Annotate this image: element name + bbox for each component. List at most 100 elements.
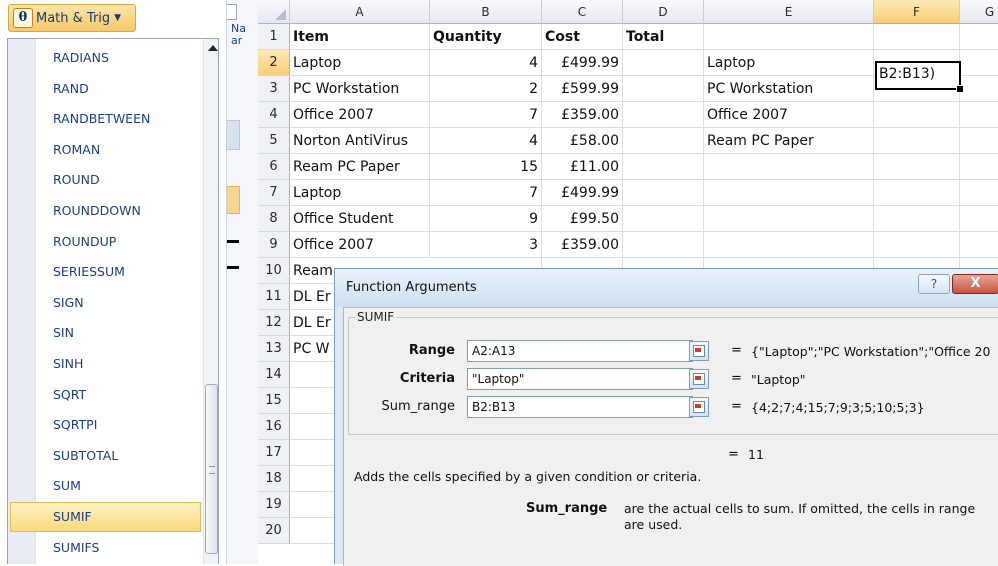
row-header[interactable]: 5 [258,128,290,154]
table-cell[interactable] [623,232,704,258]
table-cell[interactable]: 4 [430,50,542,76]
menu-item-round[interactable]: ROUND [10,165,201,195]
table-cell[interactable]: Ream PC Paper [704,128,874,154]
sum-range-input[interactable]: B2:B13 [467,396,693,418]
row-header[interactable]: 11 [258,284,290,310]
row-header[interactable]: 10 [258,258,290,284]
table-cell[interactable]: £58.00 [542,128,623,154]
table-cell[interactable] [960,154,998,180]
table-cell[interactable] [960,102,998,128]
table-cell[interactable]: £599.99 [542,76,623,102]
range-collapse-button[interactable] [689,341,709,361]
table-cell[interactable] [960,206,998,232]
table-cell[interactable] [623,50,704,76]
menu-item-roman[interactable]: ROMAN [10,135,201,165]
menu-item-randbetween[interactable]: RANDBETWEEN [10,104,201,134]
table-cell[interactable]: Office Student [290,206,430,232]
table-cell[interactable]: £499.99 [542,180,623,206]
table-cell[interactable] [874,232,960,258]
row-header[interactable]: 6 [258,154,290,180]
row-header[interactable]: 4 [258,102,290,128]
table-cell[interactable]: 15 [430,154,542,180]
menu-item-sumif[interactable]: SUMIF [10,502,201,532]
table-cell[interactable] [960,76,998,102]
table-cell[interactable] [623,180,704,206]
column-header-f[interactable]: F [874,0,960,24]
table-cell[interactable] [704,154,874,180]
menu-item-roundup[interactable]: ROUNDUP [10,227,201,257]
row-header[interactable]: 20 [258,518,290,544]
table-cell[interactable]: Office 2007 [290,232,430,258]
table-cell[interactable]: £99.50 [542,206,623,232]
table-cell[interactable] [704,232,874,258]
menu-item-sum[interactable]: SUM [10,471,201,501]
menu-item-sign[interactable]: SIGN [10,288,201,318]
menu-item-sqrt[interactable]: SQRT [10,380,201,410]
menu-item-sinh[interactable]: SINH [10,349,201,379]
menu-item-rounddown[interactable]: ROUNDDOWN [10,196,201,226]
table-cell[interactable] [704,24,874,50]
table-cell[interactable] [623,102,704,128]
table-cell[interactable] [960,232,998,258]
row-header[interactable]: 2 [258,50,290,76]
row-header[interactable]: 13 [258,336,290,362]
math-trig-button[interactable]: θ Math & Trig ▼ [8,4,136,32]
table-cell[interactable] [623,128,704,154]
fill-handle[interactable] [956,85,964,93]
criteria-input[interactable]: "Laptop" [467,368,693,390]
row-header[interactable]: 14 [258,362,290,388]
table-cell[interactable]: Office 2007 [290,102,430,128]
table-cell[interactable] [960,180,998,206]
column-header-d[interactable]: D [623,0,704,24]
row-header[interactable]: 17 [258,440,290,466]
dialog-titlebar[interactable]: Function Arguments ? X [335,269,998,307]
scrollbar-thumb[interactable] [205,384,218,554]
menu-item-sumifs[interactable]: SUMIFS [10,533,201,563]
table-cell[interactable] [874,24,960,50]
menu-scrollbar[interactable] [203,39,218,564]
criteria-collapse-button[interactable] [689,369,709,389]
menu-item-subtotal[interactable]: SUBTOTAL [10,441,201,471]
row-header[interactable]: 12 [258,310,290,336]
table-cell[interactable]: Laptop [704,50,874,76]
table-cell[interactable]: Quantity [430,24,542,50]
table-cell[interactable]: £499.99 [542,50,623,76]
range-input[interactable]: A2:A13 [467,340,693,362]
table-cell[interactable]: £359.00 [542,232,623,258]
row-header[interactable]: 19 [258,492,290,518]
menu-item-sqrtpi[interactable]: SQRTPI [10,410,201,440]
row-header[interactable]: 3 [258,76,290,102]
table-cell[interactable]: 2 [430,76,542,102]
close-button[interactable]: X [952,274,998,294]
table-cell[interactable]: Total [623,24,704,50]
scroll-up-arrow-icon[interactable] [208,45,218,51]
select-all-corner[interactable] [258,0,290,24]
table-cell[interactable]: Laptop [290,180,430,206]
column-header-g[interactable]: G [960,0,998,24]
table-cell[interactable] [874,154,960,180]
table-cell[interactable] [960,128,998,154]
table-cell[interactable] [623,76,704,102]
table-cell[interactable]: PC Workstation [290,76,430,102]
column-header-c[interactable]: C [542,0,623,24]
table-cell[interactable] [960,24,998,50]
row-header[interactable]: 9 [258,232,290,258]
table-cell[interactable]: 4 [430,128,542,154]
table-cell[interactable]: Ream PC Paper [290,154,430,180]
menu-item-radians[interactable]: RADIANS [10,43,201,73]
row-header[interactable]: 16 [258,414,290,440]
table-cell[interactable]: 7 [430,180,542,206]
table-cell[interactable]: £359.00 [542,102,623,128]
table-cell[interactable]: PC Workstation [704,76,874,102]
column-header-e[interactable]: E [704,0,874,24]
help-button[interactable]: ? [918,274,950,294]
table-cell[interactable]: Cost [542,24,623,50]
table-cell[interactable] [874,206,960,232]
table-cell[interactable]: Norton AntiVirus [290,128,430,154]
table-cell[interactable] [874,128,960,154]
active-cell-f2[interactable]: B2:B13) [875,61,961,90]
table-cell[interactable] [623,154,704,180]
menu-item-rand[interactable]: RAND [10,74,201,104]
table-cell[interactable]: 3 [430,232,542,258]
table-cell[interactable]: Laptop [290,50,430,76]
